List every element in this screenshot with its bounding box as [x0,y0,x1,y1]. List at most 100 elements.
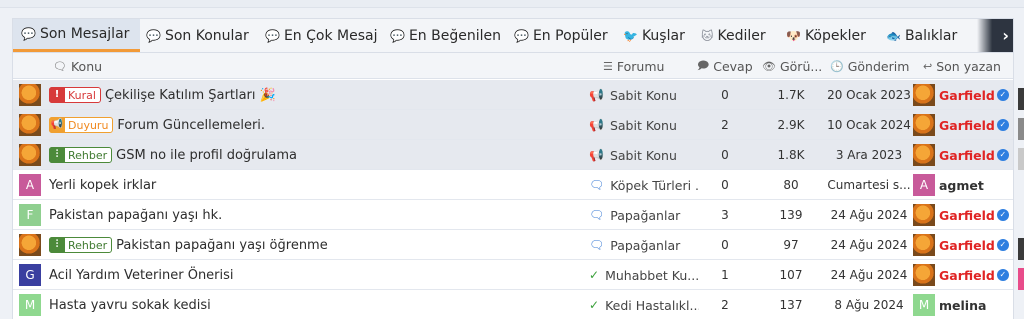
view-count: 107 [779,268,803,282]
reply-count: 2 [721,118,729,132]
last-poster-name[interactable]: melina [939,298,986,313]
last-poster-name[interactable]: Garfield [939,268,995,283]
last-poster-name[interactable]: Garfield [939,118,995,133]
prefix-badge[interactable]: 📢 Duyuru [49,116,114,133]
thread-row[interactable]: F Pakistan papağanı yaşı hk. 🗨 Papağanlar 3 1… [13,200,1013,230]
thread-row[interactable]: G Acil Yardım Veteriner Önerisi ✓ Muhabbet … [13,260,1013,290]
reply-count: 0 [721,178,729,192]
thread-row[interactable]: A Yerli kopek irklar 🗨 Köpek Türleri ... 0 80… [13,170,1013,200]
last-poster-avatar[interactable] [913,84,935,106]
author-avatar[interactable] [19,84,41,106]
tab-baliklar[interactable]: 🐟 Balıklar [886,19,966,52]
forum-link[interactable]: 📢 Sabit Konu [589,140,699,170]
post-date[interactable]: Cumartesi s... [823,170,915,200]
tab-son-konular[interactable]: 💬 Son Konular [146,19,262,52]
view-count: 2.9K [777,118,805,132]
post-date[interactable]: 24 Ağu 2024 [823,200,915,230]
chat-bubbles-icon: 🗨 [53,59,67,73]
last-poster-name[interactable]: Garfield [939,208,995,223]
forum-link[interactable]: 📢 Sabit Konu [589,80,699,110]
author-avatar[interactable]: A [19,174,41,196]
check-circle-icon: ✓ [589,268,600,282]
thread-title-link[interactable]: Acil Yardım Veteriner Önerisi [49,268,234,283]
prefix-badge[interactable]: ⫶ Rehber [49,236,113,253]
author-avatar[interactable]: F [19,204,41,226]
tab-kediler[interactable]: 🐱 Kediler [701,19,777,52]
last-poster-name[interactable]: Garfield [939,148,995,163]
last-poster-avatar[interactable] [913,264,935,286]
tab-kopekler[interactable]: 🐶 Köpekler [786,19,878,52]
last-poster-name[interactable]: agmet [939,178,984,193]
thread-title-link[interactable]: Çekilişe Katılım Şartları 🎉 [105,88,276,103]
thread-row[interactable]: 📢 Duyuru Forum Güncellemeleri. 📢 Sabit Konu 2… [13,110,1013,140]
post-date[interactable]: 24 Ağu 2024 [823,230,915,260]
thread-title-cell: 📢 Duyuru Forum Güncellemeleri. [49,110,589,140]
column-goruntuleme[interactable]: 👁 Görü... [762,53,822,79]
post-date[interactable]: 3 Ara 2023 [823,140,915,170]
forum-link[interactable]: 🗨 Köpek Türleri ... [589,170,699,200]
author-avatar[interactable] [19,144,41,166]
view-count: 1.8K [777,148,805,162]
post-date[interactable]: 24 Ağu 2024 [823,260,915,290]
tab-en-begenilen[interactable]: 💬 En Beğenilen [390,19,514,52]
top-bar [0,0,1024,8]
thread-title-link[interactable]: Pakistan papağanı yaşı öğrenme [116,238,328,253]
megaphone-icon: 📢 [49,116,65,133]
last-poster-avatar[interactable] [913,204,935,226]
tab-son-mesajlar[interactable]: 💬 Son Mesajlar [13,19,140,52]
side-avatar-peek [1018,268,1024,290]
thread-title-link[interactable]: Yerli kopek irklar [49,178,156,193]
column-forumu[interactable]: ☰ Forumu [603,53,664,79]
post-date[interactable]: 10 Ocak 2024 [823,110,915,140]
fish-icon: 🐟 [886,28,901,43]
tab-scroll-right-button[interactable]: › [977,19,1013,52]
author-avatar[interactable] [19,234,41,256]
thread-title-link[interactable]: Forum Güncellemeleri. [117,118,265,133]
post-date[interactable]: 20 Ocak 2023 [823,80,915,110]
view-count: 80 [783,178,799,192]
forum-link[interactable]: 🗨 Papağanlar [589,230,699,260]
last-poster-name[interactable]: Garfield [939,88,995,103]
forum-link[interactable]: ✓ Kedi Hastalıkl... [589,290,699,319]
tab-en-populer[interactable]: 💬 En Popüler [514,19,620,52]
side-avatar-peek [1018,118,1024,140]
author-avatar[interactable]: G [19,264,41,286]
verified-badge-icon: ✓ [996,269,1009,281]
side-avatar-peek [1018,148,1024,170]
prefix-badge[interactable]: ⫶ Rehber [49,146,113,163]
column-gonderim[interactable]: 🕒 Gönderim [830,53,909,79]
forum-link[interactable]: ✓ Muhabbet Ku... [589,260,699,290]
column-son-yazan[interactable]: ↩ Son yazan [923,53,1001,79]
thread-row[interactable]: M Hasta yavru sokak kedisi ✓ Kedi Hastalıkl… [13,290,1013,319]
last-poster: melina [939,290,1013,319]
thread-row[interactable]: ⫶ Rehber GSM no ile profil doğrulama 📢 Sabit… [13,140,1013,170]
thread-title-link[interactable]: Hasta yavru sokak kedisi [49,298,211,313]
thread-row[interactable]: ! Kural Çekilişe Katılım Şartları 🎉 📢 Sabit … [13,80,1013,110]
last-poster-avatar[interactable] [913,234,935,256]
exclamation-icon: ! [49,86,65,103]
column-cevap[interactable]: 🗩 Cevap [697,53,753,79]
last-poster-avatar[interactable] [913,114,935,136]
chat-bubbles-icon: 🗨 [589,238,605,252]
last-poster-avatar[interactable]: A [913,174,935,196]
last-poster-avatar[interactable]: M [913,294,935,316]
tab-kuslar[interactable]: 🐦 Kuşlar [623,19,691,52]
thread-title-link[interactable]: GSM no ile profil doğrulama [116,148,297,163]
last-poster-name[interactable]: Garfield [939,238,995,253]
last-poster-avatar[interactable] [913,144,935,166]
author-avatar[interactable]: M [19,294,41,316]
thread-title-cell: Hasta yavru sokak kedisi [49,290,589,319]
thread-title-cell: Yerli kopek irklar [49,170,589,200]
tab-en-cok-mesaj[interactable]: 💬 En Çok Mesaj [265,19,391,52]
thread-row[interactable]: ⫶ Rehber Pakistan papağanı yaşı öğrenme 🗨 Pa… [13,230,1013,260]
bird-icon: 🐦 [623,28,638,43]
verified-badge-icon: ✓ [996,209,1009,221]
author-avatar[interactable] [19,114,41,136]
thread-title-link[interactable]: Pakistan papağanı yaşı hk. [49,208,222,223]
column-konu[interactable]: 🗨 Konu [53,53,102,79]
forum-link[interactable]: 🗨 Papağanlar [589,200,699,230]
prefix-badge[interactable]: ! Kural [49,86,101,103]
forum-link[interactable]: 📢 Sabit Konu [589,110,699,140]
post-date[interactable]: 8 Ağu 2024 [823,290,915,319]
last-poster: Garfield ✓ [939,140,1013,170]
